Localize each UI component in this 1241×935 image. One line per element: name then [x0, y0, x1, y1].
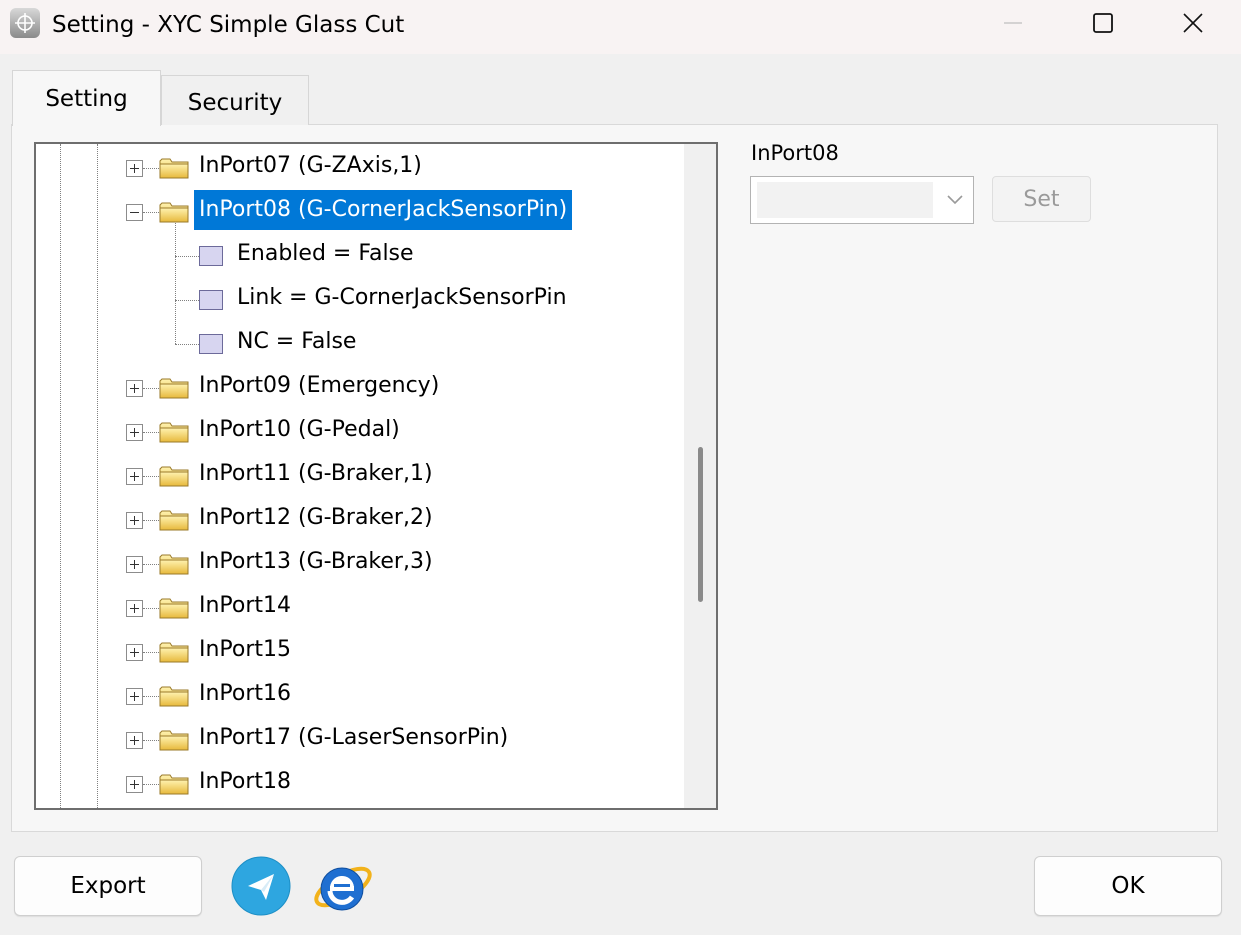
tree-connector — [143, 740, 159, 741]
tree-node-label[interactable]: InPort11 (G-Braker,1) — [194, 454, 438, 494]
property-icon — [199, 246, 223, 266]
tab-security[interactable]: Security — [161, 75, 309, 125]
tree-connector — [143, 608, 159, 609]
tree-connector — [143, 520, 159, 521]
tree-guide-line — [60, 144, 61, 808]
folder-icon — [159, 597, 189, 619]
set-button[interactable]: Set — [992, 176, 1091, 222]
tree-node-label[interactable]: InPort10 (G-Pedal) — [194, 410, 405, 450]
tree-node-label[interactable]: InPort07 (G-ZAxis,1) — [194, 146, 427, 186]
tree-connector — [143, 784, 159, 785]
tree-connector — [143, 652, 159, 653]
expand-icon[interactable] — [126, 600, 143, 617]
property-icon — [199, 290, 223, 310]
vertical-scrollbar[interactable] — [684, 144, 716, 808]
tree-content: InPort07 (G-ZAxis,1) InPort08 (G-CornerJa… — [36, 144, 684, 808]
tree-connector — [143, 476, 159, 477]
expand-icon[interactable] — [126, 732, 143, 749]
folder-icon — [159, 729, 189, 751]
tree-connector — [143, 432, 159, 433]
selected-port-label: InPort08 — [751, 141, 839, 165]
expand-icon[interactable] — [126, 556, 143, 573]
tree-node-label[interactable]: InPort14 — [194, 586, 296, 626]
property-icon — [199, 334, 223, 354]
minimize-icon — [1004, 22, 1022, 24]
expand-icon[interactable] — [126, 468, 143, 485]
expand-icon[interactable] — [126, 424, 143, 441]
minimize-button[interactable] — [968, 0, 1058, 48]
tree-connector — [143, 212, 159, 213]
folder-icon — [159, 641, 189, 663]
folder-icon — [159, 509, 189, 531]
tree-connector — [175, 344, 199, 345]
settings-tree[interactable]: InPort07 (G-ZAxis,1) InPort08 (G-CornerJa… — [34, 142, 718, 810]
tree-connector — [143, 696, 159, 697]
tree-connector — [143, 168, 159, 169]
tree-connector — [143, 564, 159, 565]
tree-connector — [143, 388, 159, 389]
tree-node-label[interactable]: InPort16 — [194, 674, 296, 714]
tree-guide-line — [97, 144, 98, 808]
folder-icon — [159, 773, 189, 795]
scrollbar-thumb[interactable] — [698, 447, 703, 602]
tree-property-label[interactable]: Enabled = False — [232, 234, 419, 274]
expand-icon[interactable] — [126, 380, 143, 397]
expand-icon[interactable] — [126, 160, 143, 177]
collapse-icon[interactable] — [126, 204, 143, 221]
expand-icon[interactable] — [126, 644, 143, 661]
folder-icon — [159, 157, 189, 179]
export-button[interactable]: Export — [14, 856, 202, 916]
port-value-select[interactable] — [750, 176, 974, 224]
tree-node-label[interactable]: InPort13 (G-Braker,3) — [194, 542, 438, 582]
folder-icon — [159, 553, 189, 575]
ok-button[interactable]: OK — [1034, 856, 1222, 916]
expand-icon[interactable] — [126, 688, 143, 705]
tree-node-label[interactable]: InPort08 (G-CornerJackSensorPin) — [194, 190, 573, 230]
internet-explorer-icon[interactable] — [310, 853, 376, 919]
close-button[interactable] — [1148, 0, 1238, 48]
tree-node-label[interactable]: InPort15 — [194, 630, 296, 670]
title-bar: Setting - XYC Simple Glass Cut — [0, 0, 1241, 54]
maximize-button[interactable] — [1058, 0, 1148, 48]
close-icon — [1183, 13, 1203, 33]
tree-node-label[interactable]: InPort09 (Emergency) — [194, 366, 444, 406]
folder-icon — [159, 377, 189, 399]
folder-icon — [159, 421, 189, 443]
tab-setting[interactable]: Setting — [12, 70, 161, 126]
folder-icon — [159, 201, 189, 223]
tree-node-label[interactable]: InPort12 (G-Braker,2) — [194, 498, 438, 538]
maximize-icon — [1093, 13, 1113, 33]
crosshair-icon — [10, 8, 40, 38]
window-title: Setting - XYC Simple Glass Cut — [52, 12, 405, 38]
folder-icon — [159, 465, 189, 487]
expand-icon[interactable] — [126, 512, 143, 529]
folder-icon — [159, 685, 189, 707]
tree-child-guide — [175, 223, 176, 344]
telegram-icon[interactable] — [231, 856, 291, 916]
tree-property-label[interactable]: Link = G-CornerJackSensorPin — [232, 278, 572, 318]
tree-connector — [175, 300, 199, 301]
tree-connector — [175, 256, 199, 257]
chevron-down-icon — [947, 195, 963, 205]
tree-property-label[interactable]: NC = False — [232, 322, 361, 362]
tree-node-label[interactable]: InPort18 — [194, 762, 296, 802]
expand-icon[interactable] — [126, 776, 143, 793]
port-value-text — [757, 182, 933, 218]
tree-node-label[interactable]: InPort17 (G-LaserSensorPin) — [194, 718, 513, 758]
